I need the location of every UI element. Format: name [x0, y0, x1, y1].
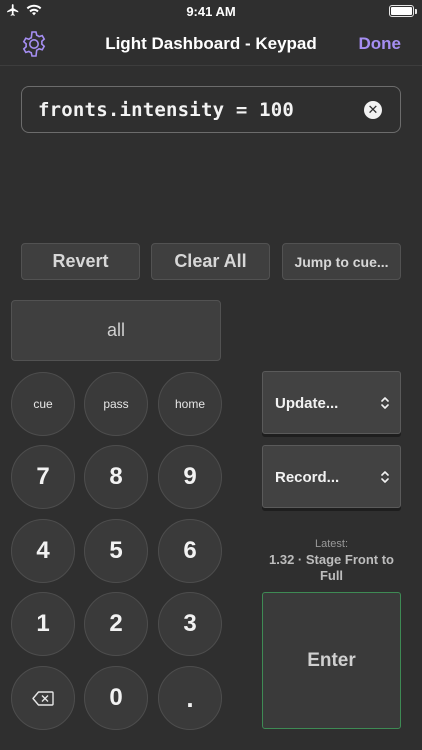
latest-cue: Latest: 1.32 · Stage Front to Full — [262, 538, 401, 584]
clear-all-button[interactable]: Clear All — [151, 243, 270, 280]
backspace-icon — [32, 690, 54, 706]
wifi-icon — [26, 4, 42, 16]
record-label: Record... — [275, 469, 340, 486]
enter-button[interactable]: Enter — [262, 592, 401, 729]
key-8[interactable]: 8 — [84, 445, 148, 509]
key-4[interactable]: 4 — [11, 519, 75, 583]
latest-label: Latest: — [314, 538, 349, 550]
record-dropdown[interactable]: Record... — [262, 445, 401, 508]
jump-to-cue-button[interactable]: Jump to cue... — [282, 243, 401, 280]
status-bar: 9:41 AM — [0, 0, 422, 22]
key-0[interactable]: 0 — [84, 666, 148, 730]
key-2[interactable]: 2 — [84, 592, 148, 656]
chevron-updown-icon — [381, 471, 389, 483]
key-9[interactable]: 9 — [158, 445, 222, 509]
done-button[interactable]: Done — [359, 34, 402, 54]
home-key[interactable]: home — [158, 372, 222, 436]
key-5[interactable]: 5 — [84, 519, 148, 583]
key-3[interactable]: 3 — [158, 592, 222, 656]
all-button[interactable]: all — [11, 300, 221, 361]
revert-button[interactable]: Revert — [21, 243, 140, 280]
command-field[interactable]: fronts.intensity = 100 ✕ — [21, 86, 401, 133]
key-dot[interactable]: . — [158, 666, 222, 730]
pass-key[interactable]: pass — [84, 372, 148, 436]
key-1[interactable]: 1 — [11, 592, 75, 656]
update-dropdown[interactable]: Update... — [262, 371, 401, 434]
airplane-icon — [7, 4, 19, 16]
status-time: 9:41 AM — [186, 3, 236, 19]
backspace-key[interactable] — [11, 666, 75, 730]
nav-bar: Light Dashboard - Keypad Done — [0, 22, 422, 66]
key-6[interactable]: 6 — [158, 519, 222, 583]
latest-value: 1.32 · Stage Front to Full — [269, 552, 394, 583]
battery-icon — [389, 5, 417, 17]
chevron-updown-icon — [381, 397, 389, 409]
clear-icon[interactable]: ✕ — [364, 101, 382, 119]
status-icons — [6, 3, 42, 17]
key-7[interactable]: 7 — [11, 445, 75, 509]
cue-key[interactable]: cue — [11, 372, 75, 436]
update-label: Update... — [275, 395, 339, 412]
command-text: fronts.intensity = 100 — [38, 99, 295, 121]
